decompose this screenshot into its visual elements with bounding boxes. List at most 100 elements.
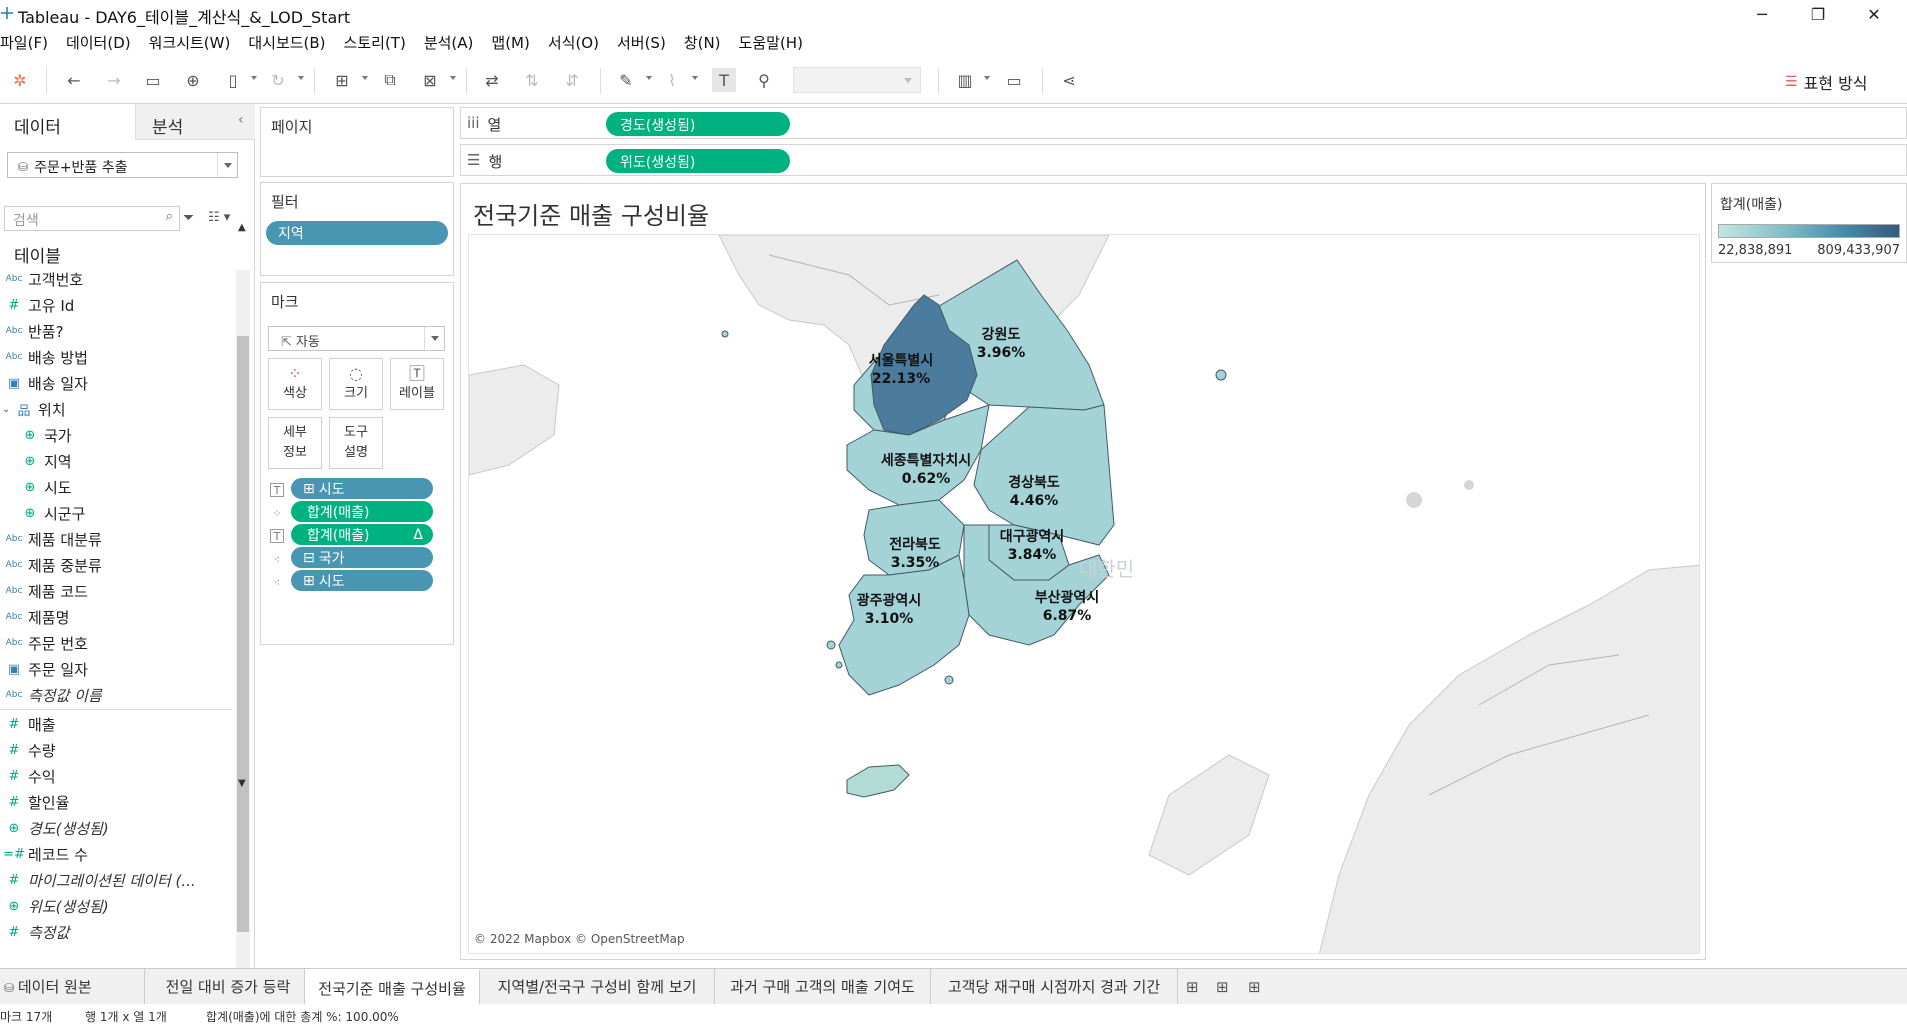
mark-pill[interactable]: 합계(매출) [291, 501, 433, 522]
menu-map[interactable]: 맵(M) [482, 29, 538, 54]
sheet-tab-active[interactable]: 전국기준 매출 구성비율 [305, 969, 480, 1004]
rows-pill-latitude[interactable]: 위도(생성됨) [606, 149, 790, 173]
collapse-pane-icon[interactable]: ‹ [238, 112, 244, 128]
field-item[interactable]: ⌄ 品 위치 [0, 396, 232, 422]
menu-format[interactable]: 서식(O) [539, 29, 608, 54]
mark-type-dropdown[interactable]: ⇱ 자동 [268, 326, 445, 351]
new-worksheet-icon[interactable]: ⊞ [1186, 978, 1199, 996]
field-item[interactable]: Abc 제품 대분류 [0, 526, 232, 552]
scroll-down-icon[interactable]: ▼ [238, 778, 246, 789]
fit-dropdown[interactable] [793, 67, 921, 93]
share-icon[interactable]: ⋖ [1057, 68, 1081, 92]
field-item[interactable]: Abc 제품 코드 [0, 578, 232, 604]
filter-icon[interactable]: ⏷ [183, 210, 194, 226]
chevron-down-icon[interactable] [217, 153, 237, 177]
mark-pill[interactable]: ⊟ 국가 [291, 547, 433, 568]
field-item[interactable]: ⊕ 국가 [0, 422, 232, 448]
new-dashboard-icon[interactable]: ⊞ [1216, 978, 1229, 996]
minimize-icon[interactable]: ─ [1734, 0, 1790, 29]
field-item[interactable]: =# 레코드 수 [0, 841, 232, 867]
show-labels-icon[interactable]: T [712, 68, 736, 92]
new-story-icon[interactable]: ⊞ [1248, 978, 1261, 996]
menu-server[interactable]: 서버(S) [608, 29, 675, 54]
new-worksheet-icon[interactable]: ⊞ [330, 68, 354, 92]
scroll-up-icon[interactable]: ▲ [238, 222, 246, 233]
new-datasource-icon[interactable]: ⊕ [181, 68, 205, 92]
color-legend[interactable]: 합계(매출) 22,838,891 809,433,907 [1711, 183, 1907, 263]
menu-help[interactable]: 도움말(H) [730, 29, 812, 54]
detail-button[interactable]: 세부 정보 [268, 417, 322, 469]
save-icon[interactable]: ▭ [141, 68, 165, 92]
field-item[interactable]: # 수익 [0, 763, 232, 789]
columns-pill-longitude[interactable]: 경도(생성됨) [606, 112, 790, 136]
field-item[interactable]: Abc 제품 중분류 [0, 552, 232, 578]
sheet-tab[interactable]: 과거 구매 고객의 매출 기여도 [715, 969, 931, 1004]
undo-icon[interactable]: ← [62, 68, 86, 92]
menu-analysis[interactable]: 분석(A) [415, 29, 483, 54]
size-button[interactable]: ◌ 크기 [329, 358, 383, 410]
menu-dashboard[interactable]: 대시보드(B) [239, 29, 334, 54]
search-input[interactable]: 검색 ⌕ [4, 206, 180, 231]
field-item[interactable]: ⊕ 지역 [0, 448, 232, 474]
tab-analysis[interactable]: 분석 [135, 104, 255, 140]
filter-pill-region[interactable]: 지역 [266, 221, 448, 245]
field-item[interactable]: ⊕ 경도(생성됨) [0, 815, 232, 841]
highlight-icon[interactable]: ✎ [614, 68, 638, 92]
clear-sheet-icon[interactable]: ⊠ [418, 68, 442, 92]
swap-icon[interactable]: ⇄ [480, 68, 504, 92]
field-item[interactable]: Abc 제품명 [0, 604, 232, 630]
pause-updates-icon[interactable]: ▯ [221, 68, 245, 92]
field-item[interactable]: Abc 측정값 이름 [0, 682, 232, 708]
field-item[interactable]: ⊕ 시도 [0, 474, 232, 500]
field-item[interactable]: # 측정값 [0, 919, 232, 945]
menu-window[interactable]: 창(N) [675, 29, 730, 54]
field-item[interactable]: # 고유 Id [0, 292, 232, 318]
field-item[interactable]: Abc 주문 번호 [0, 630, 232, 656]
tableau-home-icon[interactable]: ✲ [8, 68, 32, 92]
tooltip-button[interactable]: 도구 설명 [329, 417, 383, 469]
tab-data[interactable]: 데이터 [0, 104, 135, 140]
field-item[interactable]: # 매출 [0, 711, 232, 737]
field-item[interactable]: ▣ 배송 일자 [0, 370, 232, 396]
field-item[interactable]: Abc 배송 방법 [0, 344, 232, 370]
sheet-tab[interactable]: 지역별/전국구 구성비 함께 보기 [480, 969, 715, 1004]
field-item[interactable]: # 수량 [0, 737, 232, 763]
mark-pill[interactable]: ⊞ 시도 [291, 570, 433, 591]
detail-dots-icon: ⁖ [273, 575, 281, 589]
mark-pill[interactable]: 합계(매출) Δ [291, 524, 433, 545]
field-item[interactable]: ⊕ 시군구 [0, 500, 232, 526]
field-item[interactable]: # 할인율 [0, 789, 232, 815]
field-item[interactable]: ⊕ 위도(생성됨) [0, 893, 232, 919]
label-button[interactable]: 🅃 레이블 [390, 358, 444, 410]
group-icon[interactable]: ⌇ [660, 68, 684, 92]
sheet-tab[interactable]: 전일 대비 증가 등락 [152, 969, 305, 1004]
field-item[interactable]: Abc 반품? [0, 318, 232, 344]
scrollbar-thumb[interactable] [237, 336, 249, 932]
menu-file[interactable]: 파일(F) [0, 29, 57, 54]
menu-worksheet[interactable]: 워크시트(W) [140, 29, 240, 54]
mark-pill[interactable]: ⊞ 시도 [291, 478, 433, 499]
duplicate-sheet-icon[interactable]: ⧉ [378, 68, 402, 92]
field-item[interactable]: ▣ 주문 일자 [0, 656, 232, 682]
field-item[interactable]: # 마이그레이션된 데이터 (... [0, 867, 232, 893]
sheet-tab[interactable]: 고객당 재구매 시점까지 경과 기간 [931, 969, 1178, 1004]
field-item[interactable]: Abc 고객번호 [0, 266, 232, 292]
tab-datasource[interactable]: ⛁ 데이터 원본 [0, 969, 145, 1004]
menu-story[interactable]: 스토리(T) [335, 29, 415, 54]
show-me-button[interactable]: ☰ 표현 방식 [1785, 70, 1868, 94]
view-options-icon[interactable]: ☷ ▾ [208, 210, 230, 225]
color-button[interactable]: ⁘ 색상 [268, 358, 322, 410]
refresh-icon[interactable]: ↻ [266, 68, 290, 92]
restore-icon[interactable]: ❐ [1790, 0, 1846, 29]
sort-ascending-icon[interactable]: ⇅ [520, 68, 544, 92]
map-view[interactable]: 대한민 서울특별시 22.13% 강원도 3.96% 세종특별자치시 0.62% 경상북도 4… [468, 234, 1700, 954]
redo-icon[interactable]: → [102, 68, 126, 92]
presentation-mode-icon[interactable]: ▭ [1002, 68, 1026, 92]
datasource-selector[interactable]: ⛁ 주문+반품 추출 [7, 152, 238, 178]
show-cards-icon[interactable]: ▥ [953, 68, 977, 92]
pin-icon[interactable]: ⚲ [752, 68, 776, 92]
close-icon[interactable]: ✕ [1846, 0, 1902, 29]
menu-data[interactable]: 데이터(D) [57, 29, 140, 54]
sort-descending-icon[interactable]: ⇵ [560, 68, 584, 92]
expand-icon[interactable]: ⌄ [2, 404, 10, 415]
